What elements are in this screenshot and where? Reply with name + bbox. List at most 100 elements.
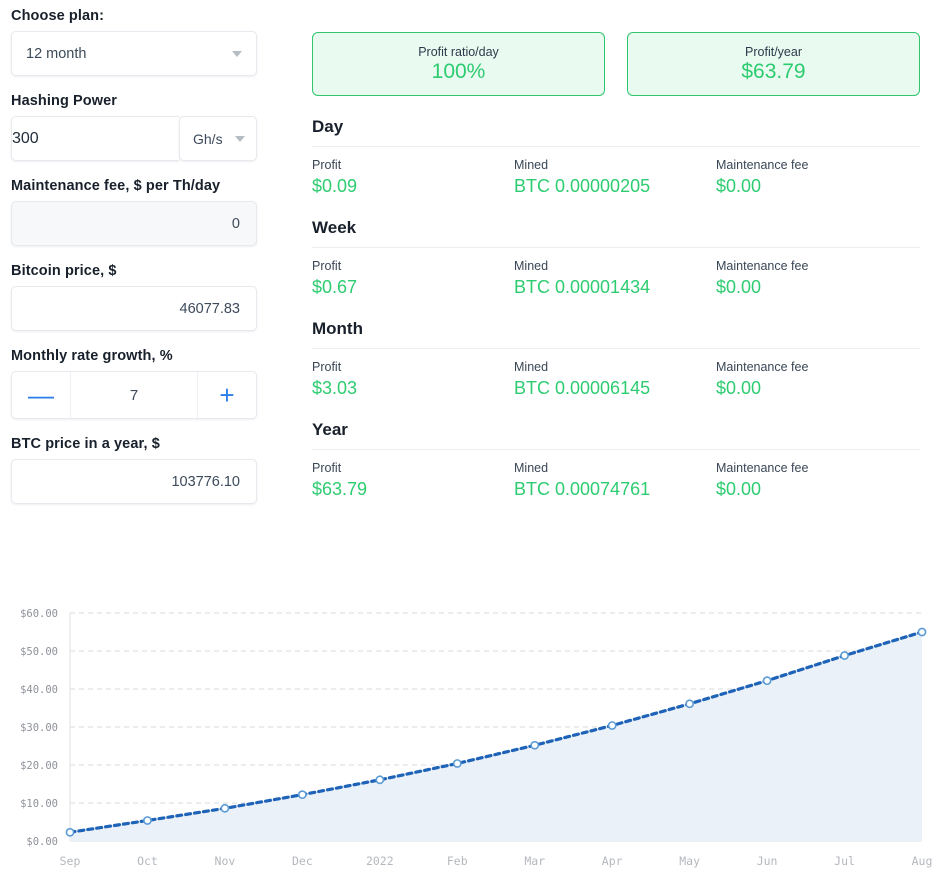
calculator-form: Choose plan: 12 month Hashing Power 300 … [11, 8, 257, 521]
period-metrics: Profit $3.03 Mined BTC 0.00006145 Mainte… [312, 349, 920, 399]
summary-card-label: Profit ratio/day [418, 44, 499, 59]
hashing-power-label: Hashing Power [11, 93, 118, 109]
x-axis-tick-label: Feb [447, 854, 468, 868]
x-axis-tick-label: Nov [215, 854, 236, 868]
period-metrics: Profit $0.09 Mined BTC 0.00000205 Mainte… [312, 147, 920, 197]
metric-profit: Profit $0.09 [312, 158, 514, 197]
hashing-power-control: 300 Gh/s [11, 116, 257, 161]
y-axis-tick-label: $60.00 [20, 608, 58, 620]
metric-maintenance-fee: Maintenance fee $0.00 [716, 259, 918, 298]
x-axis-tick-label: Oct [137, 854, 158, 868]
summary-cards: Profit ratio/day 100% Profit/year $63.79 [312, 32, 920, 96]
chart-data-point [452, 759, 462, 768]
chart-data-point [65, 827, 75, 837]
monthly-rate-growth-value[interactable]: 7 [71, 372, 197, 418]
metric-label: Maintenance fee [716, 461, 809, 475]
y-axis-tick-label: $40.00 [20, 684, 58, 696]
hashing-power-unit-select[interactable]: Gh/s [179, 116, 257, 161]
maintenance-fee-input[interactable]: 0 [11, 201, 257, 246]
chevron-down-icon [232, 50, 242, 57]
metric-maintenance-fee: Maintenance fee $0.00 [716, 158, 918, 197]
chart-data-point [685, 699, 695, 709]
chevron-down-icon [235, 135, 245, 142]
summary-card-label: Profit/year [745, 44, 802, 59]
metric-value: $0.00 [716, 176, 762, 196]
decrement-button[interactable]: — [12, 372, 71, 418]
chart-area-fill [70, 632, 922, 841]
metric-value: $3.03 [312, 378, 358, 398]
x-axis-tick-label: Jun [757, 854, 778, 868]
y-axis-tick-label: $0.00 [26, 836, 58, 848]
x-axis-tick-label: Jul [834, 854, 855, 868]
chart-data-point [375, 775, 385, 785]
metric-label: Mined [514, 461, 549, 475]
period-title: Month [312, 319, 363, 338]
metric-value: $0.00 [716, 479, 762, 499]
metric-value: $0.00 [716, 378, 762, 398]
period-section-month: Month Profit $3.03 Mined BTC 0.00006145 … [312, 319, 920, 399]
metric-value: $0.09 [312, 176, 358, 196]
summary-card-profit-ratio-day: Profit ratio/day 100% [312, 32, 605, 96]
metric-value: $63.79 [312, 479, 368, 499]
chart-data-point [762, 676, 772, 686]
metric-label: Mined [514, 158, 549, 172]
profit-calculator-page: Choose plan: 12 month Hashing Power 300 … [0, 0, 932, 888]
hashing-power-input[interactable]: 300 [11, 116, 179, 161]
btc-price-in-year-input[interactable]: 103776.10 [11, 459, 257, 504]
chart-data-point [297, 790, 307, 800]
metric-mined: Mined BTC 0.00001434 [514, 259, 716, 298]
x-axis-tick-label: 2022 [366, 854, 394, 868]
maintenance-fee-label: Maintenance fee, $ per Th/day [11, 178, 221, 194]
chart-data-point [530, 740, 540, 750]
summary-card-value: 100% [431, 59, 486, 83]
metric-label: Maintenance fee [716, 360, 809, 374]
bitcoin-price-label: Bitcoin price, $ [11, 263, 117, 279]
metric-maintenance-fee: Maintenance fee $0.00 [716, 461, 918, 500]
metric-label: Profit [312, 360, 342, 374]
y-axis-tick-label: $10.00 [20, 798, 58, 810]
x-axis-tick-label: Mar [524, 854, 545, 868]
chart-data-point [917, 627, 927, 637]
metric-label: Mined [514, 360, 549, 374]
period-metrics: Profit $0.67 Mined BTC 0.00001434 Mainte… [312, 248, 920, 298]
metric-profit: Profit $63.79 [312, 461, 514, 500]
increment-button[interactable]: + [197, 372, 256, 418]
summary-card-value: $63.79 [741, 59, 806, 83]
metric-mined: Mined BTC 0.00074761 [514, 461, 716, 500]
period-title: Week [312, 218, 357, 237]
field-monthly-rate-growth: Monthly rate growth, % — 7 + [11, 348, 257, 419]
metric-mined: Mined BTC 0.00006145 [514, 360, 716, 399]
metric-label: Profit [312, 259, 342, 273]
metric-label: Maintenance fee [716, 158, 809, 172]
metric-value: BTC 0.00074761 [514, 479, 651, 499]
y-axis-tick-label: $50.00 [20, 646, 58, 658]
metric-profit: Profit $0.67 [312, 259, 514, 298]
field-choose-plan: Choose plan: 12 month [11, 8, 257, 76]
field-maintenance-fee: Maintenance fee, $ per Th/day 0 [11, 178, 257, 246]
period-section-day: Day Profit $0.09 Mined BTC 0.00000205 Ma… [312, 117, 920, 197]
choose-plan-label: Choose plan: [11, 8, 105, 24]
chart-data-point [840, 651, 849, 660]
results-panel: Profit ratio/day 100% Profit/year $63.79… [312, 32, 920, 500]
chart-data-point [220, 803, 230, 813]
summary-card-profit-year: Profit/year $63.79 [627, 32, 920, 96]
chart-data-point [607, 721, 617, 730]
bitcoin-price-value: 46077.83 [179, 300, 240, 317]
plan-select-value: 12 month [26, 45, 87, 62]
y-axis-tick-label: $20.00 [20, 760, 58, 772]
period-section-week: Week Profit $0.67 Mined BTC 0.00001434 M… [312, 218, 920, 298]
metric-maintenance-fee: Maintenance fee $0.00 [716, 360, 918, 399]
metric-value: BTC 0.00006145 [514, 378, 651, 398]
maintenance-fee-value: 0 [231, 215, 240, 232]
metric-label: Profit [312, 461, 342, 475]
y-axis-tick-label: $30.00 [20, 722, 58, 734]
plan-select[interactable]: 12 month [11, 31, 257, 76]
x-axis-tick-label: Dec [292, 854, 313, 868]
field-hashing-power: Hashing Power 300 Gh/s [11, 93, 257, 161]
metric-value: BTC 0.00001434 [514, 277, 651, 297]
bitcoin-price-input[interactable]: 46077.83 [11, 286, 257, 331]
btc-price-in-year-value: 103776.10 [171, 473, 240, 490]
hashing-power-unit-value: Gh/s [193, 130, 223, 147]
period-title: Day [312, 117, 344, 136]
metric-label: Maintenance fee [716, 259, 809, 273]
